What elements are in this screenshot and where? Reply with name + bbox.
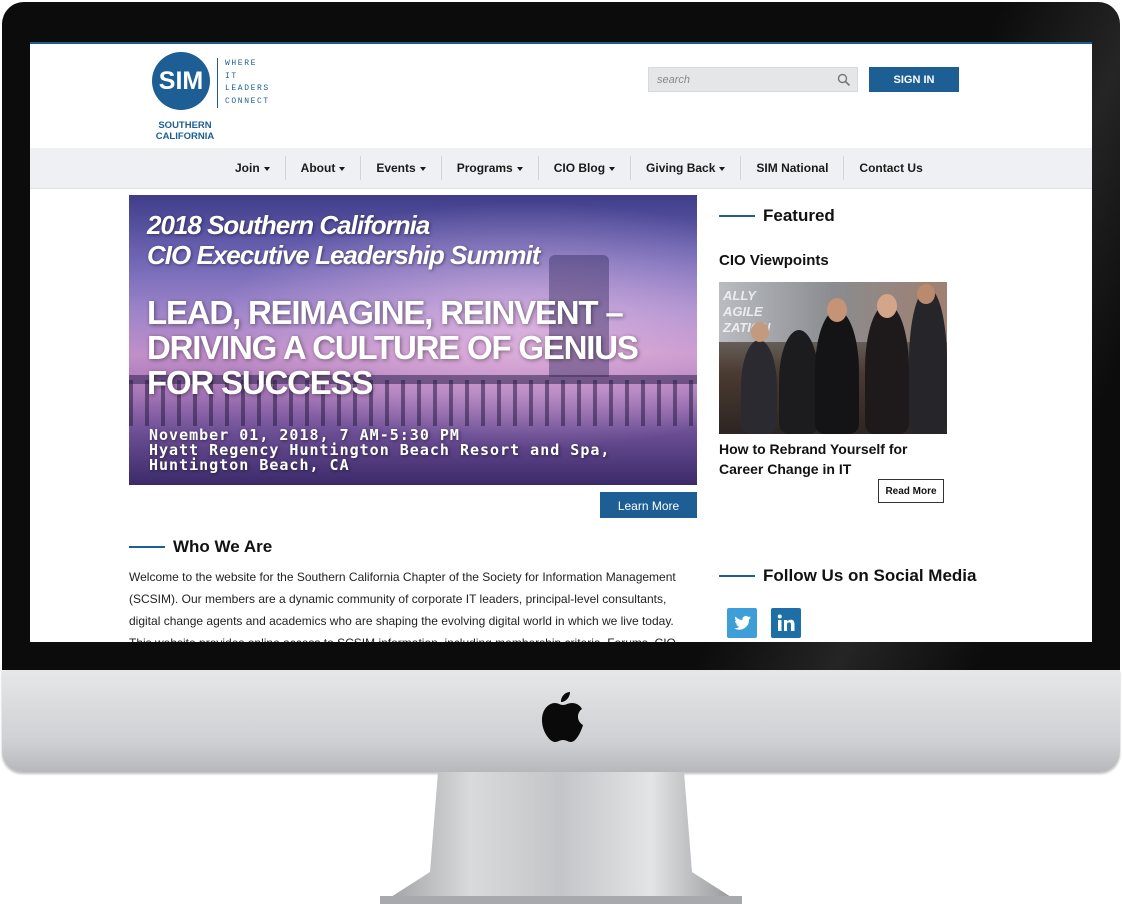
caret-down-icon <box>516 166 523 171</box>
nav-item-programs[interactable]: Programs <box>442 156 539 180</box>
nav-item-sim-national[interactable]: SIM National <box>741 156 845 180</box>
hero-headline-line: DRIVING A CULTURE OF GENIUS <box>147 329 639 366</box>
hero-banner[interactable]: 2018 Southern California CIO Executive L… <box>129 195 697 485</box>
logo-chapter-line: CALIFORNIA <box>155 131 215 142</box>
hero-headline-line: LEAD, REIMAGINE, REINVENT – <box>147 294 624 331</box>
image-face <box>877 294 897 318</box>
logo-mark: SIM <box>152 52 210 110</box>
logo-chapter: SOUTHERN CALIFORNIA <box>150 120 220 142</box>
sim-logo[interactable]: SIM WHERE IT LEADERS CONNECT SOUTHERN CA… <box>152 52 272 142</box>
image-face <box>917 284 935 304</box>
nav-item-cio-blog[interactable]: CIO Blog <box>539 156 632 180</box>
logo-chapter-line: SOUTHERN <box>158 120 212 131</box>
image-backdrop-text: ALLY AGILE ZATION <box>723 288 771 335</box>
nav-item-label: Join <box>235 161 260 175</box>
hero-title-line1: 2018 Southern California <box>147 210 430 240</box>
search-box <box>648 67 858 92</box>
logo-tagline-line: CONNECT <box>225 96 270 106</box>
social-heading: Follow Us on Social Media <box>763 566 977 585</box>
apple-logo-icon <box>542 692 583 742</box>
caret-down-icon <box>609 166 616 171</box>
nav-item-label: CIO Blog <box>553 161 606 175</box>
who-we-are-text: Welcome to the website for the Southern … <box>129 570 676 642</box>
nav-item-contact-us[interactable]: Contact Us <box>844 156 937 180</box>
hero-title-line2: CIO Executive Leadership Summit <box>147 240 540 270</box>
logo-tagline: WHERE IT LEADERS CONNECT <box>225 58 285 108</box>
logo-tagline-line: LEADERS <box>225 84 270 93</box>
who-we-are-header: Who We Are <box>129 537 272 557</box>
featured-header: Featured <box>719 206 835 226</box>
nav-item-giving-back[interactable]: Giving Back <box>631 156 742 180</box>
nav-item-label: SIM National <box>756 161 829 175</box>
nav-item-label: Programs <box>456 161 513 175</box>
logo-divider <box>217 58 218 108</box>
who-we-are-heading: Who We Are <box>173 537 273 556</box>
monitor-stand <box>380 772 742 904</box>
featured-article-image[interactable]: ALLY AGILE ZATION <box>719 282 947 434</box>
nav-item-join[interactable]: Join <box>220 156 286 180</box>
image-person <box>909 288 947 434</box>
image-person <box>815 310 859 434</box>
image-person <box>741 340 777 434</box>
nav-item-label: Contact Us <box>859 161 923 175</box>
cio-viewpoints-heading: CIO Viewpoints <box>719 252 829 269</box>
search-input[interactable] <box>649 68 827 91</box>
social-header: Follow Us on Social Media <box>719 566 976 586</box>
image-face <box>827 298 847 322</box>
image-person <box>779 330 819 434</box>
hero-event-details: November 01, 2018, 7 AM-5:30 PM Hyatt Re… <box>149 428 610 473</box>
caret-down-icon <box>419 166 426 171</box>
featured-heading: Featured <box>763 206 835 225</box>
read-more-button[interactable]: Read More <box>878 479 944 503</box>
featured-article-title[interactable]: How to Rebrand Yourself for Career Chang… <box>719 439 949 479</box>
caret-down-icon <box>719 166 726 171</box>
hero-headline-line: FOR SUCCESS <box>147 364 373 401</box>
nav-item-label: About <box>300 161 336 175</box>
caret-down-icon <box>263 166 270 171</box>
main-nav: Join About Events Programs CIO Blog Givi… <box>30 148 1092 189</box>
caret-down-icon <box>339 166 346 171</box>
hero-detail-line: Huntington Beach, CA <box>149 456 350 474</box>
nav-item-events[interactable]: Events <box>361 156 442 180</box>
hero-headline: LEAD, REIMAGINE, REINVENT – DRIVING A CU… <box>147 295 687 400</box>
logo-tagline-line: IT <box>225 71 238 81</box>
sign-in-button[interactable]: SIGN IN <box>869 67 959 92</box>
image-face <box>751 322 769 342</box>
section-accent-line <box>719 215 755 217</box>
nav-item-label: Giving Back <box>646 161 716 175</box>
logo-tagline-line: WHERE <box>225 59 258 68</box>
section-accent-line <box>129 546 165 548</box>
image-person <box>865 304 909 434</box>
learn-more-button[interactable]: Learn More <box>600 492 697 518</box>
nav-item-about[interactable]: About <box>286 156 362 180</box>
website-screen: SIM WHERE IT LEADERS CONNECT SOUTHERN CA… <box>30 42 1092 642</box>
search-icon[interactable] <box>837 73 851 87</box>
twitter-icon[interactable] <box>727 608 757 638</box>
top-accent-line <box>30 42 1092 44</box>
linkedin-icon[interactable] <box>771 608 801 638</box>
nav-items: Join About Events Programs CIO Blog Givi… <box>220 148 938 188</box>
nav-item-label: Events <box>376 161 416 175</box>
section-accent-line <box>719 575 755 577</box>
